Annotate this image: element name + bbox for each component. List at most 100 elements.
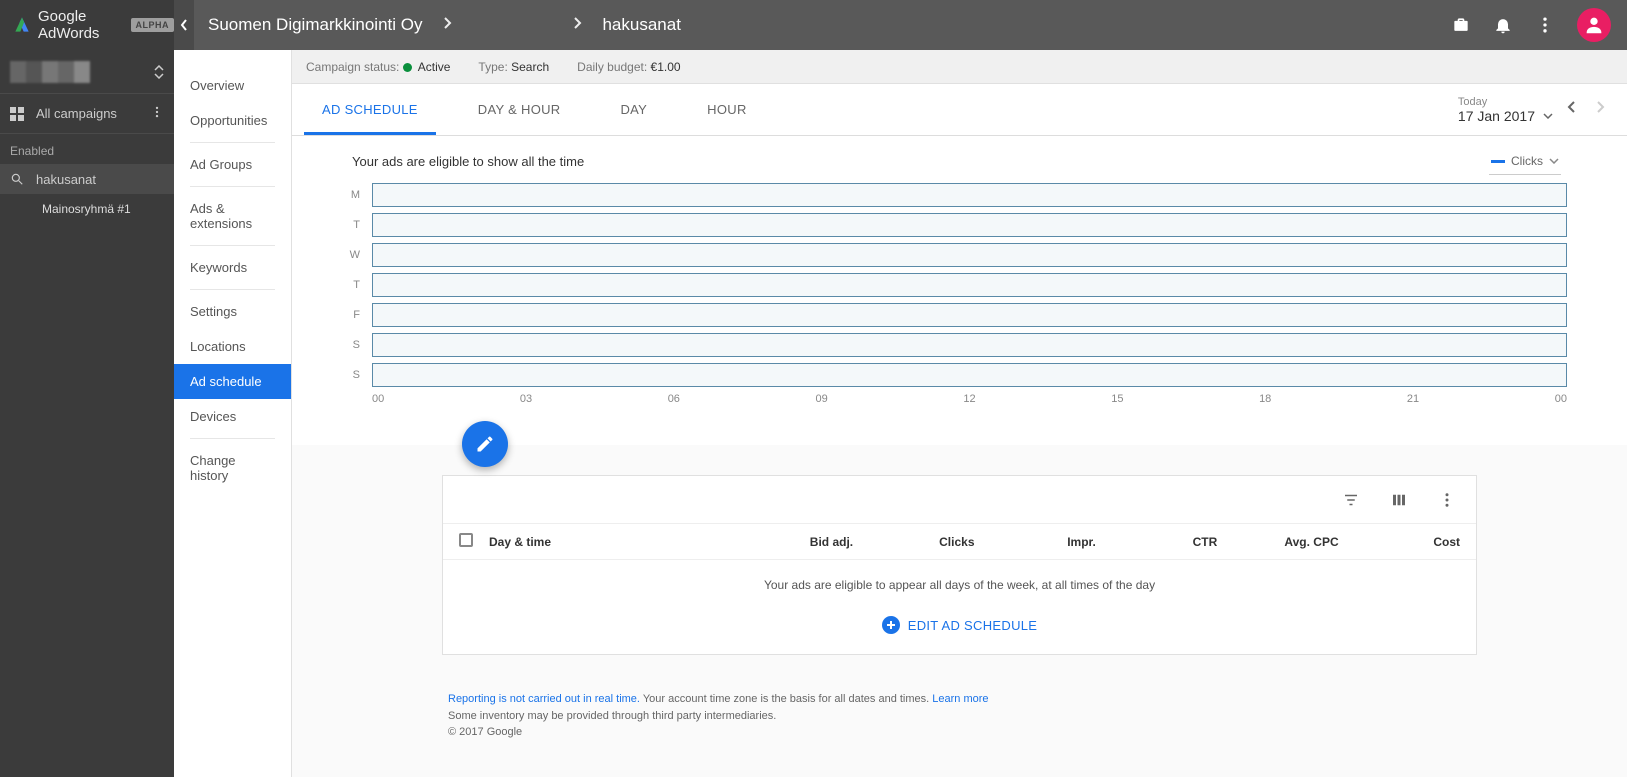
- nav-keywords[interactable]: Keywords: [174, 250, 291, 285]
- nav-settings[interactable]: Settings: [174, 294, 291, 329]
- status-strip: Campaign status: Active Type: Search Dai…: [292, 50, 1627, 84]
- legend-metric: Clicks: [1511, 154, 1543, 168]
- prev-period-button[interactable]: [1563, 96, 1581, 123]
- sidebar-item-adgroup[interactable]: Mainosryhmä #1: [0, 194, 174, 224]
- schedule-row: F: [342, 303, 1567, 327]
- learn-more-link[interactable]: Learn more: [932, 693, 988, 705]
- reporting-disclaimer-link[interactable]: Reporting is not carried out in real tim…: [448, 693, 640, 705]
- nav-locations[interactable]: Locations: [174, 329, 291, 364]
- tab-ad-schedule[interactable]: AD SCHEDULE: [292, 84, 448, 135]
- schedule-chart: Your ads are eligible to show all the ti…: [292, 136, 1627, 445]
- budget-value: €1.00: [651, 60, 681, 74]
- account-switcher[interactable]: [0, 50, 174, 94]
- collapse-sidebar-button[interactable]: [174, 0, 194, 50]
- nav-adgroups[interactable]: Ad Groups: [174, 147, 291, 182]
- more-vert-icon[interactable]: [150, 105, 164, 122]
- col-cost[interactable]: Cost: [1339, 535, 1460, 549]
- x-tick: 03: [520, 393, 532, 405]
- more-vert-icon[interactable]: [1535, 15, 1555, 35]
- x-tick: 21: [1407, 393, 1419, 405]
- day-label: S: [342, 369, 360, 381]
- avatar[interactable]: [1577, 8, 1611, 42]
- columns-icon[interactable]: [1390, 491, 1408, 509]
- x-tick: 12: [963, 393, 975, 405]
- day-label: F: [342, 309, 360, 321]
- nav-opportunities[interactable]: Opportunities: [174, 103, 291, 138]
- schedule-table-wrap: Day & time Bid adj. Clicks Impr. CTR Avg…: [292, 445, 1627, 675]
- day-label: W: [342, 249, 360, 261]
- enabled-section-label: Enabled: [0, 134, 174, 164]
- chevron-right-icon: [442, 15, 452, 35]
- schedule-bar[interactable]: [372, 243, 1567, 267]
- more-vert-icon[interactable]: [1438, 491, 1456, 509]
- dashboard-icon: [10, 107, 24, 121]
- schedule-bar[interactable]: [372, 213, 1567, 237]
- schedule-bar[interactable]: [372, 333, 1567, 357]
- breadcrumb: Suomen Digimarkkinointi Oy hakusanat: [194, 15, 681, 35]
- tab-day-hour[interactable]: DAY & HOUR: [448, 84, 591, 135]
- type-value: Search: [511, 60, 549, 74]
- day-label: S: [342, 339, 360, 351]
- type-label: Type:: [478, 60, 507, 74]
- footer: Reporting is not carried out in real tim…: [442, 675, 1477, 753]
- schedule-bar[interactable]: [372, 183, 1567, 207]
- col-impr[interactable]: Impr.: [975, 535, 1096, 549]
- alpha-badge: ALPHA: [131, 18, 175, 32]
- select-all-checkbox[interactable]: [459, 533, 473, 547]
- schedule-bar[interactable]: [372, 273, 1567, 297]
- plus-circle-icon: [882, 616, 900, 634]
- nav-ads-extensions[interactable]: Ads & extensions: [174, 191, 291, 241]
- secondary-nav: Overview Opportunities Ad Groups Ads & e…: [174, 50, 292, 777]
- bell-icon[interactable]: [1493, 15, 1513, 35]
- table-toolbar: [443, 476, 1476, 524]
- breadcrumb-account[interactable]: Suomen Digimarkkinointi Oy: [208, 15, 422, 35]
- expand-collapse-icon[interactable]: [154, 65, 164, 79]
- table-header-row: Day & time Bid adj. Clicks Impr. CTR Avg…: [443, 524, 1476, 560]
- schedule-bar[interactable]: [372, 363, 1567, 387]
- col-day-time[interactable]: Day & time: [489, 535, 732, 549]
- table-empty-message: Your ads are eligible to appear all days…: [443, 560, 1476, 610]
- campaign-status-label: Campaign status:: [306, 60, 399, 74]
- nav-ad-schedule[interactable]: Ad schedule: [174, 364, 291, 399]
- edit-schedule-fab[interactable]: [462, 421, 508, 467]
- briefcase-icon[interactable]: [1451, 15, 1471, 35]
- col-clicks[interactable]: Clicks: [853, 535, 974, 549]
- content-area: Campaign status: Active Type: Search Dai…: [292, 50, 1627, 777]
- adgroup-name: Mainosryhmä #1: [42, 202, 131, 216]
- dropdown-arrow-icon: [1543, 113, 1553, 119]
- dropdown-arrow-icon: [1549, 158, 1559, 164]
- all-campaigns-row[interactable]: All campaigns: [0, 94, 174, 134]
- schedule-row: S: [342, 333, 1567, 357]
- schedule-bar[interactable]: [372, 303, 1567, 327]
- all-campaigns-label: All campaigns: [36, 106, 117, 121]
- nav-overview[interactable]: Overview: [174, 68, 291, 103]
- next-period-button[interactable]: [1591, 96, 1609, 123]
- sidebar-item-campaign[interactable]: hakusanat: [0, 164, 174, 194]
- legend-swatch-icon: [1491, 160, 1505, 163]
- schedule-row: M: [342, 183, 1567, 207]
- campaign-status-value: Active: [418, 60, 451, 74]
- col-ctr[interactable]: CTR: [1096, 535, 1217, 549]
- tab-day[interactable]: DAY: [590, 84, 677, 135]
- breadcrumb-campaign[interactable]: hakusanat: [602, 15, 680, 35]
- schedule-row: T: [342, 213, 1567, 237]
- budget-label: Daily budget:: [577, 60, 647, 74]
- schedule-row: W: [342, 243, 1567, 267]
- x-tick: 09: [816, 393, 828, 405]
- edit-ad-schedule-link[interactable]: EDIT AD SCHEDULE: [882, 616, 1038, 634]
- x-tick: 15: [1111, 393, 1123, 405]
- x-tick: 00: [1555, 393, 1567, 405]
- nav-change-history[interactable]: Change history: [174, 443, 291, 493]
- tab-hour[interactable]: HOUR: [677, 84, 776, 135]
- col-bid-adj[interactable]: Bid adj.: [732, 535, 853, 549]
- col-avg-cpc[interactable]: Avg. CPC: [1217, 535, 1338, 549]
- account-id-obscured: [10, 61, 90, 83]
- nav-devices[interactable]: Devices: [174, 399, 291, 434]
- filter-icon[interactable]: [1342, 491, 1360, 509]
- footer-copyright: © 2017 Google: [448, 724, 1477, 741]
- left-sidebar: All campaigns Enabled hakusanat Mainosry…: [0, 50, 174, 777]
- day-label: T: [342, 279, 360, 291]
- schedule-row: S: [342, 363, 1567, 387]
- date-range-button[interactable]: Today 17 Jan 2017: [1458, 90, 1553, 130]
- metric-selector[interactable]: Clicks: [1489, 150, 1561, 175]
